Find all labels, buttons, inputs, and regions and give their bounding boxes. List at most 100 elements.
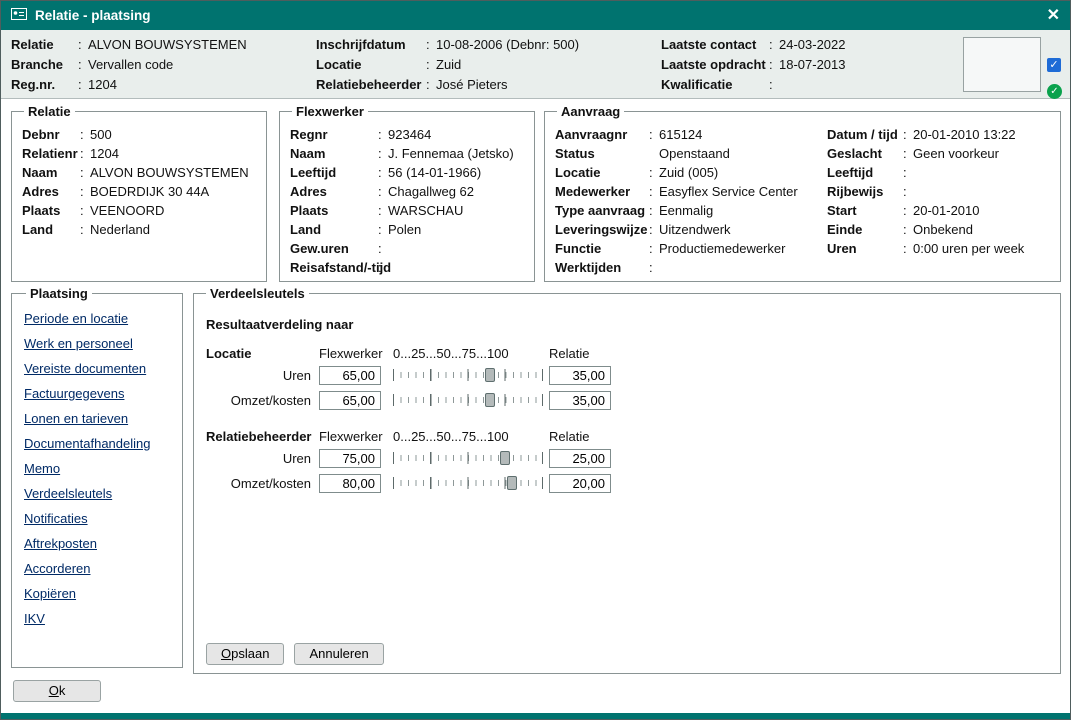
distribution-slider[interactable] [393, 367, 543, 383]
field-separator: : [903, 239, 913, 258]
field-separator: : [378, 144, 388, 163]
flexwerker-value-input[interactable] [319, 366, 381, 385]
field-separator: : [80, 125, 90, 144]
field-value: Productiemedewerker [659, 239, 785, 258]
field-value: Nederland [90, 220, 150, 239]
plaatsing-link[interactable]: Memo [24, 461, 170, 486]
plaatsing-legend: Plaatsing [26, 286, 92, 301]
field-value: 0:00 uren per week [913, 239, 1024, 258]
field-label: Kwalificatie [661, 75, 769, 95]
info-row: Rijbewijs: [827, 182, 1024, 201]
info-row: Uren:0:00 uren per week [827, 239, 1024, 258]
resultaatverdeling-heading: Resultaatverdeling naar [206, 317, 353, 332]
titlebar: Relatie - plaatsing ✕ [1, 1, 1070, 30]
field-separator: : [80, 201, 90, 220]
field-label: Land [22, 220, 80, 239]
field-label: Adres [290, 182, 378, 201]
relatiebeheerder-section-header: Relatiebeheerder Flexwerker 0...25...50.… [206, 426, 611, 446]
verdeel-buttons: Opslaan Annuleren [206, 643, 384, 665]
photo-placeholder [963, 37, 1041, 92]
field-label: Reg.nr. [11, 75, 78, 95]
info-row: Branche:Vervallen code [11, 55, 247, 75]
field-value: Polen [388, 220, 421, 239]
field-label: Status [555, 144, 649, 163]
relatie-value-input[interactable] [549, 391, 611, 410]
distribution-slider[interactable] [393, 392, 543, 408]
info-row: Relatienr:1204 [22, 144, 256, 163]
field-separator: : [378, 125, 388, 144]
field-separator: : [769, 75, 779, 95]
relatie-value-input[interactable] [549, 474, 611, 493]
verdeel-row-locatie-uren: Uren [206, 365, 611, 385]
info-row: Leeftijd: [827, 163, 1024, 182]
plaatsing-link[interactable]: Vereiste documenten [24, 361, 170, 386]
relatie-column-header: Relatie [549, 346, 611, 361]
info-row: Kwalificatie: [661, 75, 846, 95]
green-check-icon[interactable]: ✓ [1047, 84, 1062, 99]
slider-thumb[interactable] [485, 368, 495, 382]
window-title: Relatie - plaatsing [35, 8, 151, 23]
distribution-slider[interactable] [393, 475, 543, 491]
header-col-inschrijving: Inschrijfdatum:10-08-2006 (Debnr: 500)Lo… [316, 35, 579, 95]
cancel-button[interactable]: Annuleren [294, 643, 383, 665]
plaatsing-link[interactable]: Documentafhandeling [24, 436, 170, 461]
info-row: Locatie:Zuid [316, 55, 579, 75]
field-separator: : [426, 35, 436, 55]
verdeel-row-beheerder-omzet: Omzet/kosten [206, 473, 611, 493]
field-value: Geen voorkeur [913, 144, 999, 163]
field-separator: : [378, 220, 388, 239]
field-value: 1204 [88, 75, 117, 95]
info-row: Land:Polen [290, 220, 524, 239]
info-row: Reg.nr.:1204 [11, 75, 247, 95]
relatie-value-input[interactable] [549, 449, 611, 468]
aanvraag-content: Aanvraagnr:615124StatusOpenstaandLocatie… [555, 121, 1050, 277]
flexwerker-value-input[interactable] [319, 391, 381, 410]
relatie-value-input[interactable] [549, 366, 611, 385]
field-label: Regnr [290, 125, 378, 144]
field-separator: : [378, 201, 388, 220]
save-button[interactable]: Opslaan [206, 643, 284, 665]
plaatsing-link[interactable]: Notificaties [24, 511, 170, 536]
flexwerker-value-input[interactable] [319, 449, 381, 468]
aanvraag-right-rows: Datum / tijd:20-01-2010 13:22Geslacht:Ge… [827, 125, 1024, 258]
field-value: Easyflex Service Center [659, 182, 798, 201]
flexwerker-column-header: Flexwerker [319, 429, 381, 444]
flexwerker-rows: Regnr:923464Naam:J. Fennemaa (Jetsko)Lee… [290, 121, 524, 277]
slider-thumb[interactable] [500, 451, 510, 465]
row-label: Omzet/kosten [206, 393, 319, 408]
field-separator: : [378, 163, 388, 182]
scale-header: 0...25...50...75...100 [393, 429, 543, 444]
field-separator: : [769, 35, 779, 55]
field-label: Locatie [316, 55, 426, 75]
aanvraag-legend: Aanvraag [557, 104, 624, 119]
verdeelsleutels-legend: Verdeelsleutels [206, 286, 309, 301]
relatie-rows: Debnr:500Relatienr:1204Naam:ALVON BOUWSY… [22, 121, 256, 239]
plaatsing-link[interactable]: Werk en personeel [24, 336, 170, 361]
info-row: Relatie:ALVON BOUWSYSTEMEN [11, 35, 247, 55]
plaatsing-link[interactable]: Kopiëren [24, 586, 170, 611]
plaatsing-link[interactable]: Periode en locatie [24, 311, 170, 336]
plaatsing-link[interactable]: Lonen en tarieven [24, 411, 170, 436]
slider-thumb[interactable] [507, 476, 517, 490]
plaatsing-link[interactable]: Factuurgegevens [24, 386, 170, 411]
slider-thumb[interactable] [485, 393, 495, 407]
close-icon[interactable]: ✕ [1047, 8, 1060, 24]
field-label: Reisafstand/-tijd [290, 258, 378, 277]
distribution-slider[interactable] [393, 450, 543, 466]
plaatsing-link[interactable]: Verdeelsleutels [24, 486, 170, 511]
plaatsing-link[interactable]: IKV [24, 611, 170, 636]
field-value: Zuid [436, 55, 461, 75]
plaatsing-link[interactable]: Accorderen [24, 561, 170, 586]
field-value: Eenmalig [659, 201, 713, 220]
field-value: 1204 [90, 144, 119, 163]
blue-checkbox-icon[interactable]: ✓ [1047, 58, 1061, 72]
field-label: Branche [11, 55, 78, 75]
ok-button[interactable]: Ok [13, 680, 101, 702]
plaatsing-link[interactable]: Aftrekposten [24, 536, 170, 561]
field-value: ALVON BOUWSYSTEMEN [90, 163, 249, 182]
header-col-relatie: Relatie:ALVON BOUWSYSTEMENBranche:Verval… [11, 35, 247, 95]
field-separator: : [426, 75, 436, 95]
field-value: ALVON BOUWSYSTEMEN [88, 35, 247, 55]
flexwerker-value-input[interactable] [319, 474, 381, 493]
field-value: 24-03-2022 [779, 35, 846, 55]
